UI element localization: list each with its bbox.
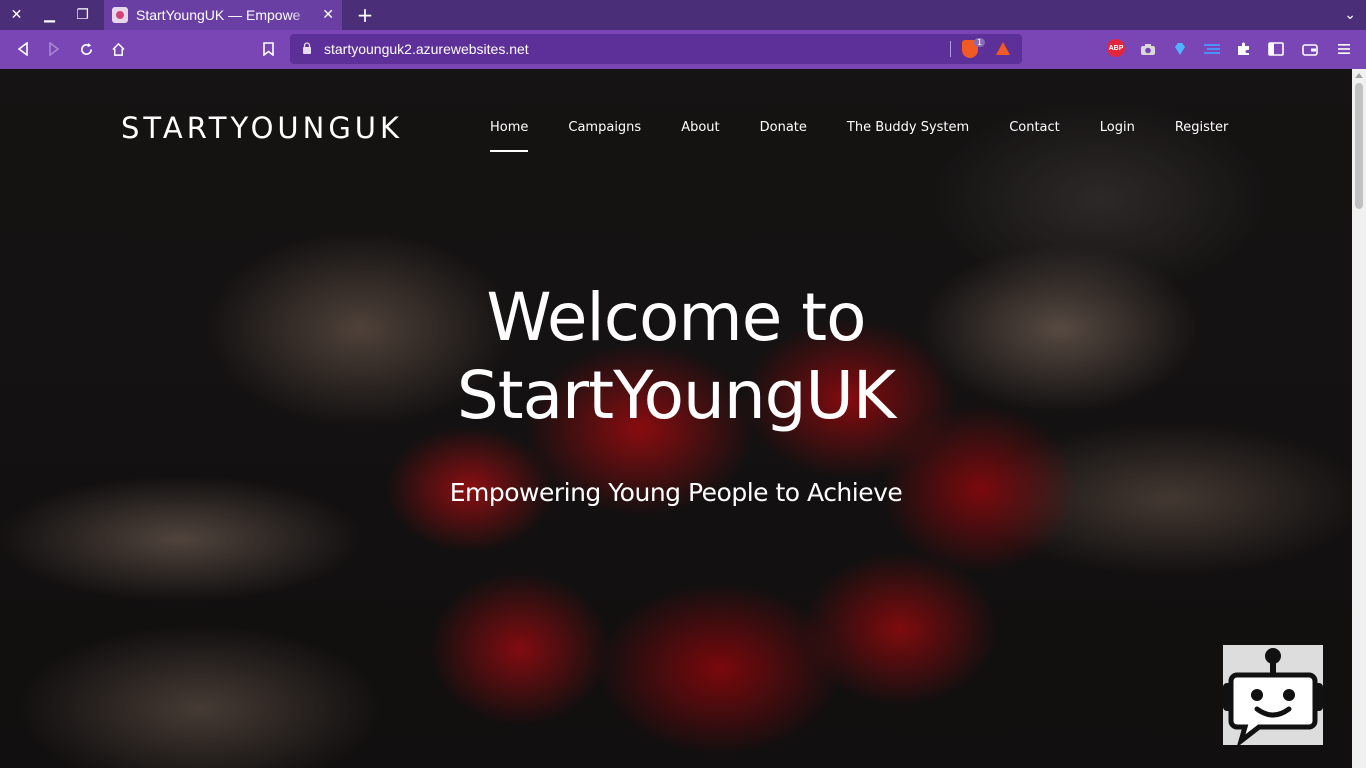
forward-icon[interactable] <box>43 38 65 60</box>
scrollbar-thumb[interactable] <box>1355 83 1363 209</box>
reader-extension-icon[interactable] <box>1201 38 1223 60</box>
site-favicon-icon <box>112 7 128 23</box>
home-icon[interactable] <box>107 38 129 60</box>
robot-icon <box>1223 648 1323 745</box>
site-logo[interactable]: STARTYOUNGUK <box>121 111 403 145</box>
nav-register[interactable]: Register <box>1175 120 1229 135</box>
hero-title-line1: Welcome to <box>486 279 866 356</box>
scroll-up-arrow-icon[interactable] <box>1355 73 1363 78</box>
minimize-window-icon[interactable]: ▁ <box>33 0 66 30</box>
browser-toolbar: startyounguk2.azurewebsites.net 1 ABP <box>0 30 1366 69</box>
sidebar-icon[interactable] <box>1265 38 1287 60</box>
tab-title: StartYoungUK — Empowe <box>136 7 301 23</box>
diamond-extension-icon[interactable] <box>1169 38 1191 60</box>
nav-home[interactable]: Home <box>490 120 529 152</box>
camera-extension-icon[interactable] <box>1137 38 1159 60</box>
hero-subtitle: Empowering Young People to Achieve <box>449 478 903 507</box>
back-icon[interactable] <box>12 38 34 60</box>
url-text[interactable]: startyounguk2.azurewebsites.net <box>324 41 529 57</box>
shields-count-badge: 1 <box>974 38 986 47</box>
nav-buddy-system[interactable]: The Buddy System <box>847 120 969 135</box>
address-bar[interactable]: startyounguk2.azurewebsites.net 1 <box>290 34 1022 64</box>
nav-login[interactable]: Login <box>1100 120 1135 135</box>
hamburger-icon[interactable] <box>1333 38 1355 60</box>
main-navigation: Home Campaigns About Donate The Buddy Sy… <box>490 120 1229 152</box>
nav-contact[interactable]: Contact <box>1009 120 1060 135</box>
adblock-plus-icon[interactable]: ABP <box>1107 39 1125 57</box>
new-tab-icon[interactable]: + <box>352 0 378 30</box>
wallet-icon[interactable] <box>1299 38 1321 60</box>
browser-tab[interactable]: StartYoungUK — Empowe ✕ <box>104 0 342 30</box>
chatbot-button[interactable] <box>1223 645 1323 745</box>
close-window-icon[interactable]: ✕ <box>0 0 33 30</box>
nav-campaigns[interactable]: Campaigns <box>568 120 641 135</box>
brave-rewards-icon[interactable] <box>996 42 1010 55</box>
hero-title-line2: StartYoungUK <box>456 357 896 434</box>
tab-list-chevron-icon[interactable]: ⌄ <box>1344 0 1356 30</box>
hero-title: Welcome to StartYoungUK <box>0 279 1352 435</box>
nav-about[interactable]: About <box>681 120 719 135</box>
bookmark-icon[interactable] <box>257 38 279 60</box>
tab-close-icon[interactable]: ✕ <box>322 7 334 23</box>
restore-window-icon[interactable]: ❐ <box>66 0 99 30</box>
browser-tab-bar: ✕ ▁ ❐ StartYoungUK — Empowe ✕ + ⌄ <box>0 0 1366 30</box>
hero-section: STARTYOUNGUK Home Campaigns About Donate… <box>0 69 1352 768</box>
nav-donate[interactable]: Donate <box>760 120 807 135</box>
puzzle-icon[interactable] <box>1233 38 1255 60</box>
lock-icon[interactable] <box>302 41 316 57</box>
page-scrollbar[interactable] <box>1352 69 1366 768</box>
reload-icon[interactable] <box>75 38 97 60</box>
url-divider <box>950 41 951 57</box>
